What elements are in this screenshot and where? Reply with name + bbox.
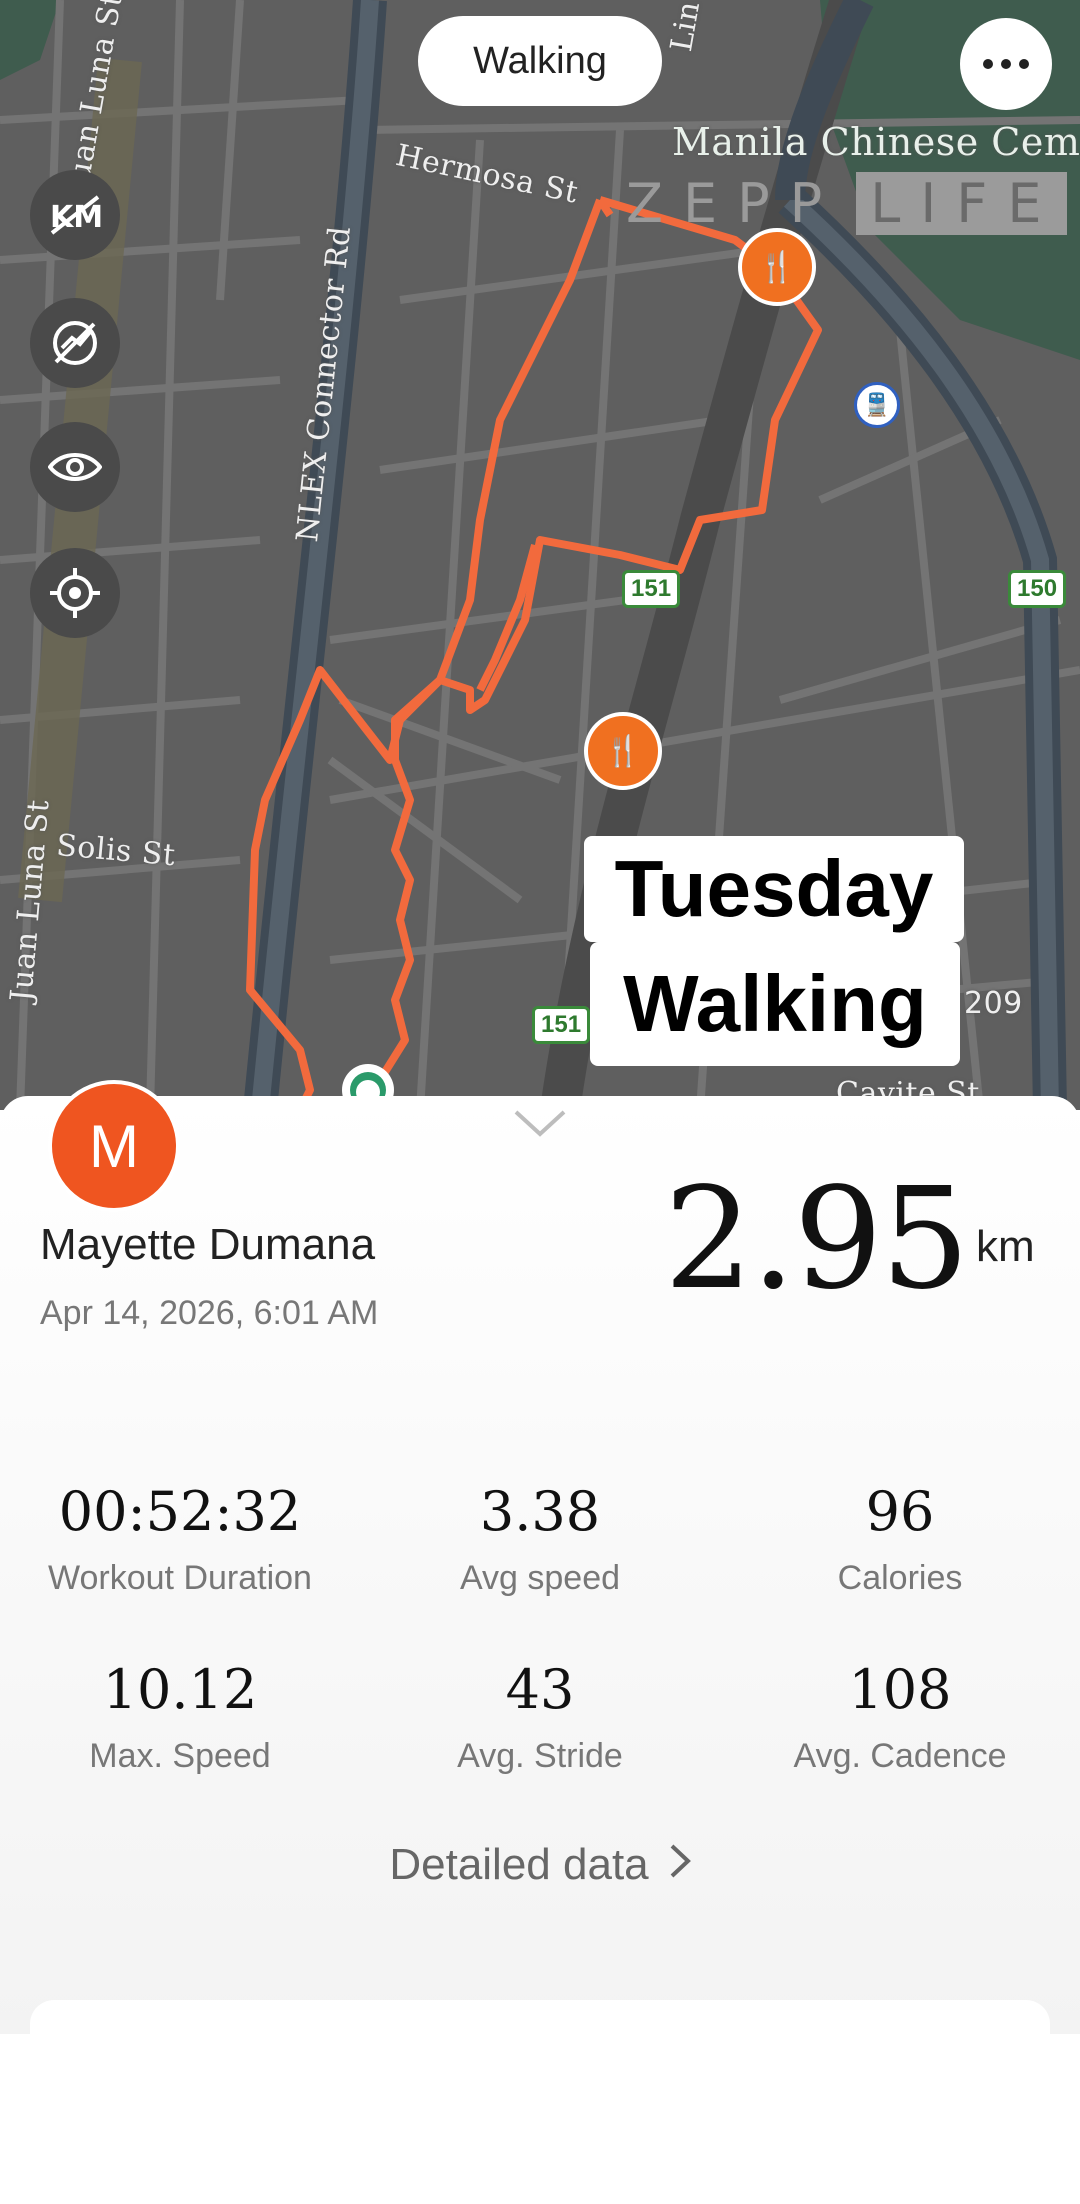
route-map[interactable]: Juan Luna St Juan Luna St NLEX Connector…: [0, 0, 1080, 1110]
stat-label: Avg. Stride: [457, 1737, 623, 1775]
visibility-toggle-button[interactable]: [30, 422, 120, 512]
overlay-title-line2: Walking: [590, 942, 960, 1066]
stat-value: 00:52:32: [58, 1480, 302, 1543]
locate-icon: [50, 568, 100, 618]
stat-avg-stride: 43 Avg. Stride: [360, 1658, 720, 1776]
stat-label: Calories: [837, 1559, 963, 1597]
workout-date: Apr 14, 2026, 6:01 AM: [40, 1294, 379, 1332]
route-shield-151: 151: [622, 570, 681, 608]
stat-label: Avg. Cadence: [793, 1737, 1007, 1775]
stat-value: 10.12: [102, 1658, 258, 1721]
visibility-icon: [48, 453, 102, 481]
stat-value: 43: [505, 1658, 575, 1721]
route-shield-150: 150: [1008, 570, 1067, 608]
locate-button[interactable]: [30, 548, 120, 638]
collapse-panel-button[interactable]: [512, 1108, 568, 1143]
distance-value: 2.95: [664, 1158, 970, 1321]
more-icon: [983, 59, 1029, 69]
stat-avg-cadence: 108 Avg. Cadence: [720, 1658, 1080, 1776]
stat-avg-speed: 3.38 Avg speed: [360, 1480, 720, 1598]
avatar[interactable]: M: [48, 1080, 180, 1212]
overlay-title-line1: Tuesday: [584, 836, 964, 942]
route-shield-151: 151: [532, 1006, 591, 1044]
kilometer-marker-toggle-button[interactable]: KM: [30, 170, 120, 260]
stat-value: 3.38: [479, 1480, 601, 1543]
stat-label: Avg speed: [459, 1559, 621, 1597]
chevron-down-icon: [514, 1110, 566, 1137]
next-card: [30, 2000, 1050, 2040]
street-label-cemetery: Manila Chinese Cem: [672, 120, 1080, 164]
stat-max-speed: 10.12 Max. Speed: [0, 1658, 360, 1776]
detailed-data-label: Detailed data: [389, 1840, 649, 1889]
detailed-data-link[interactable]: Detailed data: [0, 1840, 1080, 1890]
route-label-209: 209: [964, 986, 1023, 1021]
more-options-button[interactable]: [960, 18, 1052, 110]
stat-label: Max. Speed: [89, 1737, 271, 1775]
speed-toggle-icon: [53, 321, 97, 365]
stat-value: 108: [848, 1658, 952, 1721]
stat-workout-duration: 00:52:32 Workout Duration: [0, 1480, 360, 1598]
activity-type-pill[interactable]: Walking: [418, 16, 662, 106]
stat-label: Workout Duration: [48, 1559, 312, 1597]
stat-value: 96: [865, 1480, 935, 1543]
restaurant-poi-icon[interactable]: 🍴: [584, 712, 662, 790]
stat-calories: 96 Calories: [720, 1480, 1080, 1598]
distance-unit: km: [976, 1222, 1035, 1271]
zepp-life-watermark: ZEPP LIFE: [626, 172, 1068, 235]
chevron-right-icon: [669, 1840, 691, 1890]
user-name: Mayette Dumana: [40, 1220, 376, 1269]
kilometer-marker-toggle-icon: KM: [50, 195, 102, 235]
transit-poi-icon[interactable]: 🚆: [854, 382, 900, 428]
speed-toggle-button[interactable]: [30, 298, 120, 388]
restaurant-poi-icon[interactable]: 🍴: [738, 228, 816, 306]
